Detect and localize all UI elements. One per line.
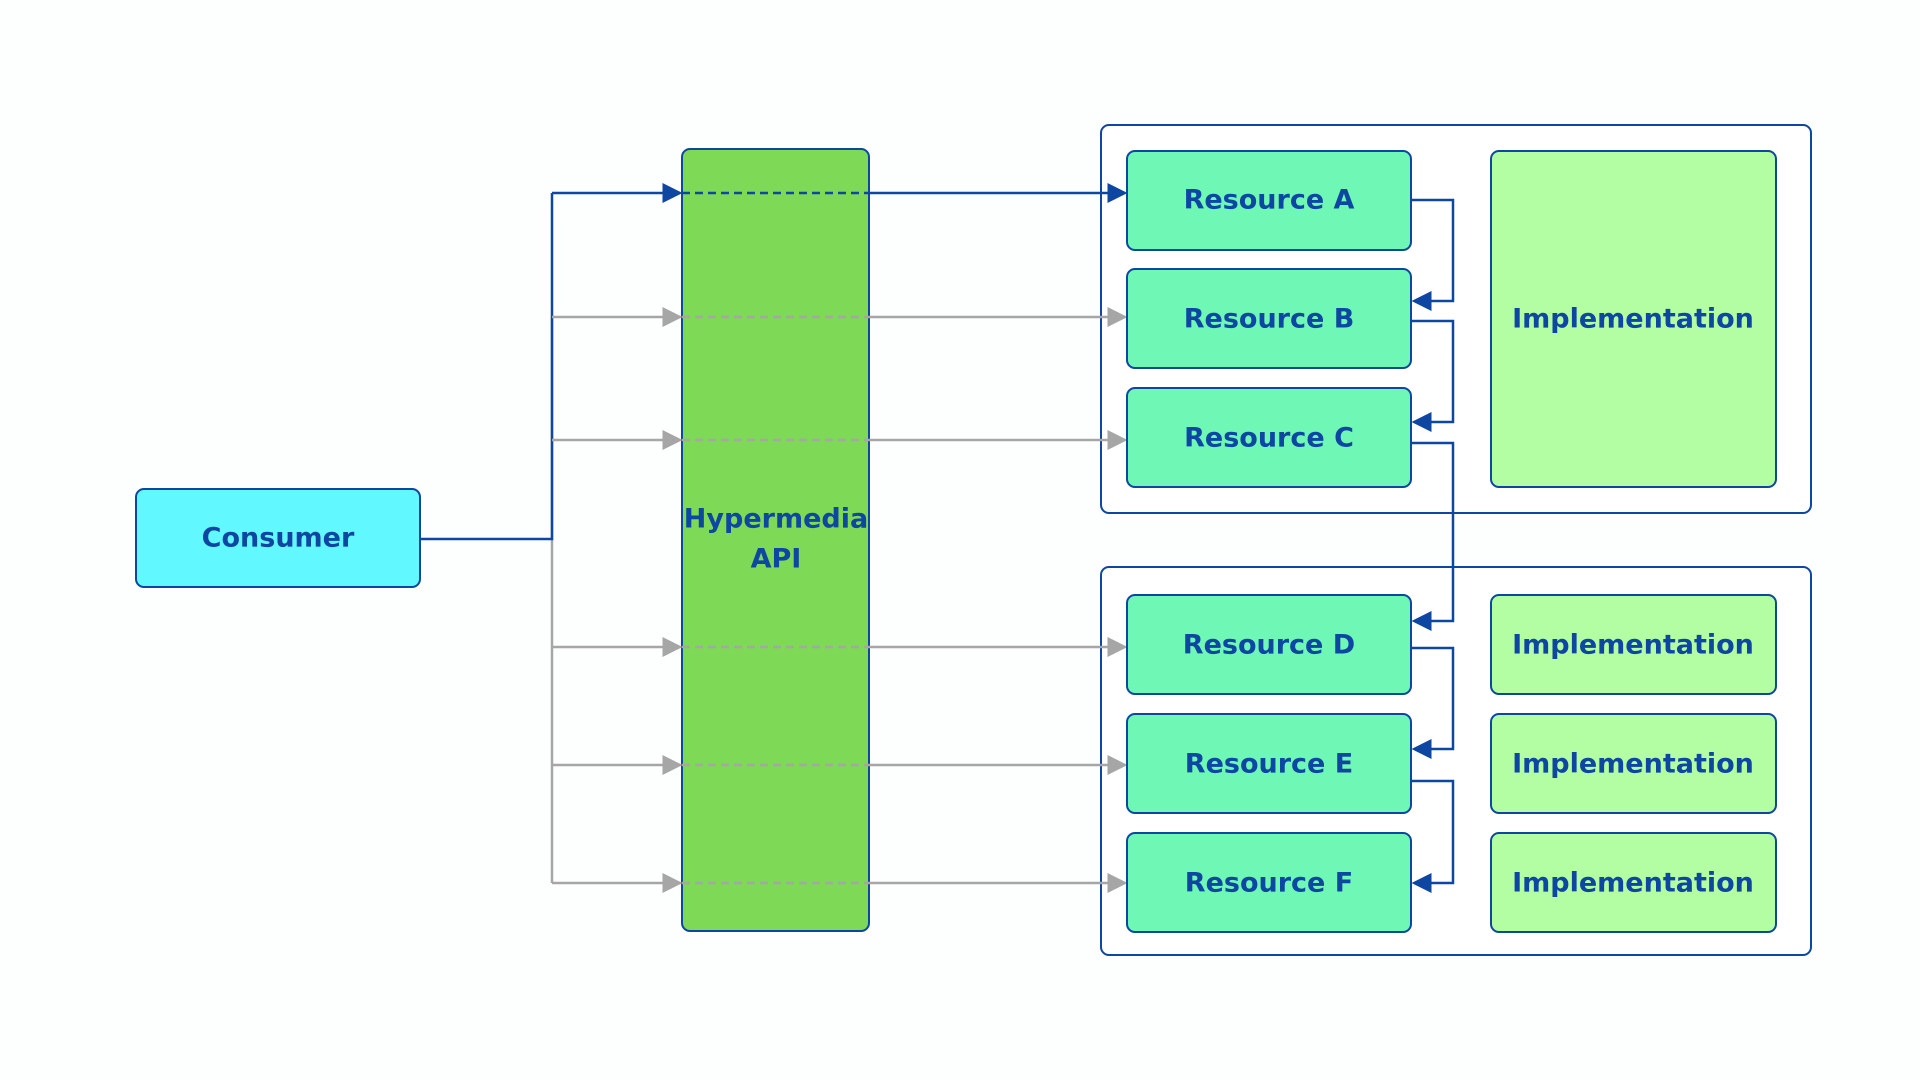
resource-b[interactable]: Resource B xyxy=(1126,268,1412,369)
implementation-f[interactable]: Implementation xyxy=(1490,832,1777,933)
resource-e[interactable]: Resource E xyxy=(1126,713,1412,814)
resource-c[interactable]: Resource C xyxy=(1126,387,1412,488)
hypermedia-api-node[interactable]: Hypermedia API xyxy=(681,148,870,932)
implementation-shared-label: Implementation xyxy=(1512,304,1754,335)
consumer-label: Consumer xyxy=(202,523,355,554)
implementation-d[interactable]: Implementation xyxy=(1490,594,1777,695)
resource-f[interactable]: Resource F xyxy=(1126,832,1412,933)
resource-a[interactable]: Resource A xyxy=(1126,150,1412,251)
implementation-d-label: Implementation xyxy=(1512,630,1754,661)
resource-b-label: Resource B xyxy=(1184,304,1355,335)
resource-d[interactable]: Resource D xyxy=(1126,594,1412,695)
resource-a-label: Resource A xyxy=(1184,185,1355,216)
implementation-shared[interactable]: Implementation xyxy=(1490,150,1777,488)
architecture-diagram: Consumer Hypermedia API Resource A Resou… xyxy=(135,124,1812,956)
api-label-line1: Hypermedia xyxy=(684,504,868,535)
implementation-e[interactable]: Implementation xyxy=(1490,713,1777,814)
implementation-e-label: Implementation xyxy=(1512,749,1754,780)
consumer-node[interactable]: Consumer xyxy=(135,488,421,588)
resource-c-label: Resource C xyxy=(1184,423,1354,454)
resource-d-label: Resource D xyxy=(1183,630,1355,661)
implementation-f-label: Implementation xyxy=(1512,868,1754,899)
api-label-line2: API xyxy=(751,544,802,575)
resource-f-label: Resource F xyxy=(1185,868,1353,899)
resource-e-label: Resource E xyxy=(1185,749,1353,780)
